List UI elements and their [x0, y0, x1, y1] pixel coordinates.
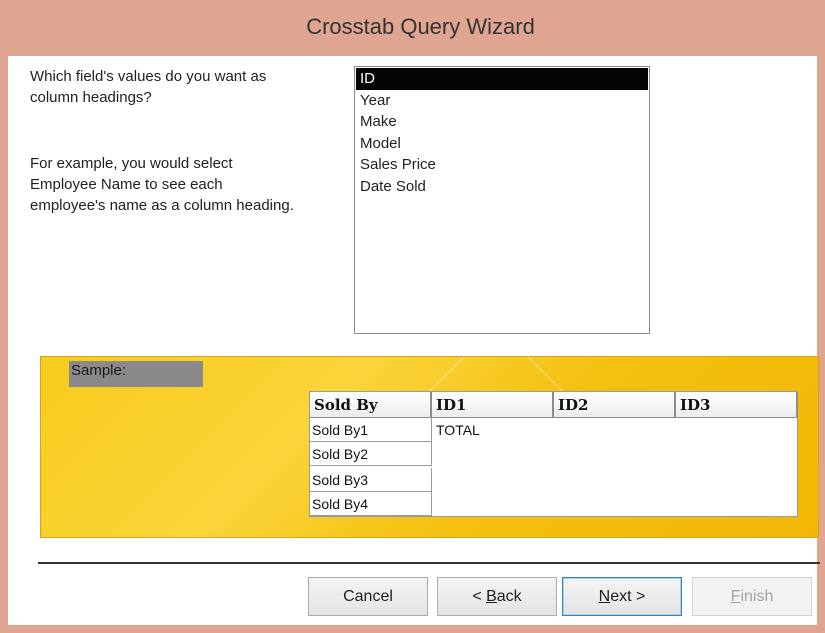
back-button-label: < Back: [472, 587, 522, 605]
sample-row-1: Sold By1: [310, 418, 432, 442]
example-line-1: For example, you would select: [30, 155, 233, 172]
wizard-window: Crosstab Query Wizard Which field's valu…: [0, 0, 825, 633]
finish-button-label: Finish: [730, 587, 774, 605]
back-button[interactable]: < Back: [437, 577, 557, 616]
field-item-date-sold[interactable]: Date Sold: [356, 176, 648, 198]
question-line-2: column headings?: [30, 89, 152, 106]
field-item-sales-price[interactable]: Sales Price: [356, 154, 648, 176]
button-divider: [38, 562, 820, 564]
field-item-id[interactable]: ID: [356, 68, 648, 90]
sample-label: Sample:: [69, 361, 203, 387]
column-header-id2: ID2: [554, 392, 676, 418]
row-header-cell: Sold By: [310, 392, 432, 418]
column-header-id1: ID1: [432, 392, 554, 418]
field-item-model[interactable]: Model: [356, 133, 648, 155]
field-item-year[interactable]: Year: [356, 90, 648, 112]
sample-row-2: Sold By2: [310, 442, 432, 466]
field-listbox[interactable]: ID Year Make Model Sales Price Date Sold: [354, 66, 650, 334]
field-item-make[interactable]: Make: [356, 111, 648, 133]
sample-row-3: Sold By3: [310, 468, 432, 492]
example-text: For example, you would select Employee N…: [30, 153, 340, 216]
column-heading-question: Which field's values do you want as colu…: [30, 66, 330, 108]
window-title: Crosstab Query Wizard: [306, 14, 535, 39]
next-button-label: Next >: [598, 587, 646, 605]
finish-button[interactable]: Finish: [692, 577, 812, 616]
example-line-3: employee's name as a column heading.: [30, 197, 294, 214]
sample-grid: Sold By ID1 ID2 ID3 Sold By1 Sold By2 So…: [309, 391, 798, 517]
total-cell: TOTAL: [436, 422, 480, 438]
cancel-button[interactable]: Cancel: [308, 577, 428, 616]
sample-preview-panel: Sample: Sold By ID1 ID2 ID3 Sold By1 Sol…: [40, 356, 819, 538]
column-header-id3: ID3: [676, 392, 798, 418]
next-button[interactable]: Next >: [562, 577, 682, 616]
question-line-1: Which field's values do you want as: [30, 68, 267, 85]
example-line-2: Employee Name to see each: [30, 176, 223, 193]
sample-row-4: Sold By4: [310, 492, 432, 516]
title-bar: Crosstab Query Wizard: [8, 0, 825, 56]
